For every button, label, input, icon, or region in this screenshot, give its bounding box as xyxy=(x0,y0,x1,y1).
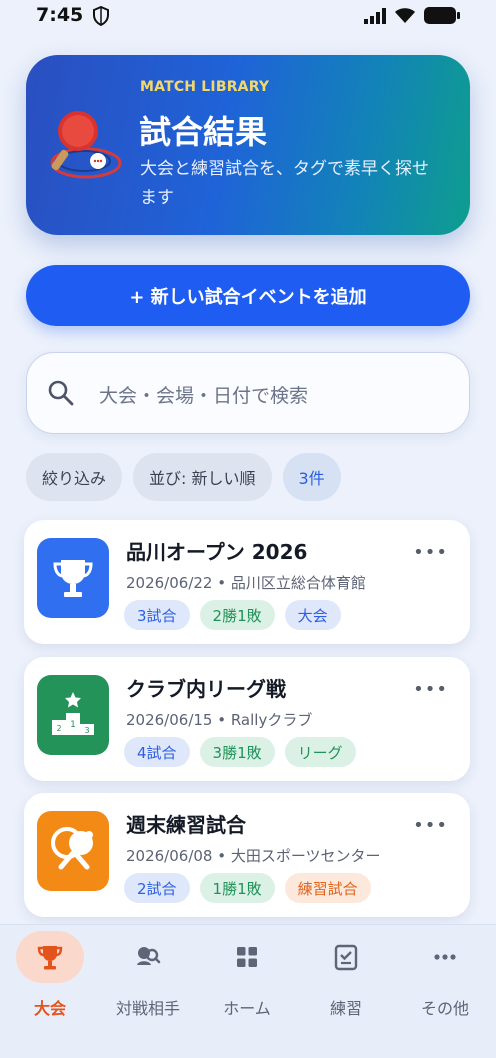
podium-icon: 1 2 3 xyxy=(52,692,94,735)
result-count-badge: 3件 xyxy=(282,453,341,501)
filter-bar: 絞り込み 並び: 新しい順 3件 xyxy=(26,453,341,501)
wifi-icon xyxy=(395,8,415,23)
nav-label: 対戦相手 xyxy=(115,999,180,1018)
pingpong-icon xyxy=(51,827,93,870)
checklist-icon xyxy=(312,931,380,983)
more-icon xyxy=(411,931,479,983)
search-icon xyxy=(48,380,74,406)
event-card[interactable]: 週末練習試合 2026/06/08 • 大田スポーツセンター 2試合 1勝1敗 … xyxy=(24,793,470,917)
trophy-icon xyxy=(16,931,84,983)
event-tags: 2試合 1勝1敗 練習試合 xyxy=(124,873,371,903)
record-tag: 3勝1敗 xyxy=(199,737,275,767)
filter-chip[interactable]: 絞り込み xyxy=(26,453,123,501)
event-tags: 3試合 2勝1敗 大会 xyxy=(124,600,341,630)
search-bar[interactable]: 大会・会場・日付で検索 xyxy=(26,352,470,434)
svg-text:3: 3 xyxy=(84,726,89,735)
svg-text:2: 2 xyxy=(56,724,61,733)
nav-item-more[interactable]: その他 xyxy=(395,925,495,1035)
app-screen: 7:45 MATCH LIBRARY 試合結果 大会と練習試合を、タグで素早く探… xyxy=(0,0,496,1058)
event-meta: 2026/06/08 • 大田スポーツセンター xyxy=(126,847,381,865)
nav-label: その他 xyxy=(420,999,469,1018)
event-card[interactable]: 品川オープン 2026 2026/06/22 • 品川区立総合体育館 3試合 2… xyxy=(24,520,470,644)
event-card[interactable]: 1 2 3 クラブ内リーグ戦 2026/06/15 • Rallyクラブ 4試合… xyxy=(24,657,470,781)
category-tag: リーグ xyxy=(284,737,356,767)
hero-banner: MATCH LIBRARY 試合結果 大会と練習試合を、タグで素早く探せます xyxy=(26,55,470,235)
more-options-icon[interactable]: ••• xyxy=(413,542,448,563)
match-count-tag: 3試合 xyxy=(124,600,190,630)
event-name: 週末練習試合 xyxy=(126,813,246,837)
more-options-icon[interactable]: ••• xyxy=(413,679,448,700)
shield-icon xyxy=(93,6,109,26)
event-thumbnail xyxy=(37,811,109,891)
category-tag: 練習試合 xyxy=(284,873,371,903)
match-count-tag: 2試合 xyxy=(124,873,190,903)
status-time: 7:45 xyxy=(36,4,84,26)
hero-eyebrow: MATCH LIBRARY xyxy=(140,79,270,95)
more-options-icon[interactable]: ••• xyxy=(413,815,448,836)
status-icons xyxy=(364,7,460,24)
sort-chip[interactable]: 並び: 新しい順 xyxy=(133,453,272,501)
signal-icon xyxy=(364,7,386,24)
event-name: 品川オープン 2026 xyxy=(126,540,308,564)
bottom-navigation: 大会 対戦相手 ホーム 練習 その他 xyxy=(0,924,496,1058)
battery-icon xyxy=(424,7,460,24)
nav-item-tournaments[interactable]: 大会 xyxy=(0,925,100,1035)
svg-text:1: 1 xyxy=(70,720,76,730)
match-count-tag: 4試合 xyxy=(124,737,190,767)
table-tennis-logo-icon xyxy=(50,111,122,179)
category-tag: 大会 xyxy=(284,600,341,630)
event-meta: 2026/06/15 • Rallyクラブ xyxy=(126,711,313,729)
opponents-icon xyxy=(114,931,182,983)
status-bar: 7:45 xyxy=(0,0,496,36)
event-name: クラブ内リーグ戦 xyxy=(126,677,286,701)
nav-item-opponents[interactable]: 対戦相手 xyxy=(98,925,198,1035)
hero-description: 大会と練習試合を、タグで素早く探せます xyxy=(140,159,429,208)
nav-label: ホーム xyxy=(223,999,271,1018)
event-meta: 2026/06/22 • 品川区立総合体育館 xyxy=(126,574,366,592)
nav-item-practice[interactable]: 練習 xyxy=(296,925,396,1035)
page-title: 試合結果 xyxy=(139,113,268,151)
nav-label: 大会 xyxy=(33,999,66,1018)
event-thumbnail: 1 2 3 xyxy=(37,675,109,755)
search-input[interactable]: 大会・会場・日付で検索 xyxy=(99,381,308,408)
trophy-icon xyxy=(53,560,93,597)
grid-icon xyxy=(213,931,281,983)
nav-item-home[interactable]: ホーム xyxy=(197,925,297,1035)
record-tag: 1勝1敗 xyxy=(199,873,275,903)
event-tags: 4試合 3勝1敗 リーグ xyxy=(124,737,356,767)
record-tag: 2勝1敗 xyxy=(199,600,275,630)
add-event-button[interactable]: + 新しい試合イベントを追加 xyxy=(26,265,470,326)
nav-label: 練習 xyxy=(329,999,362,1018)
event-thumbnail xyxy=(37,538,109,618)
